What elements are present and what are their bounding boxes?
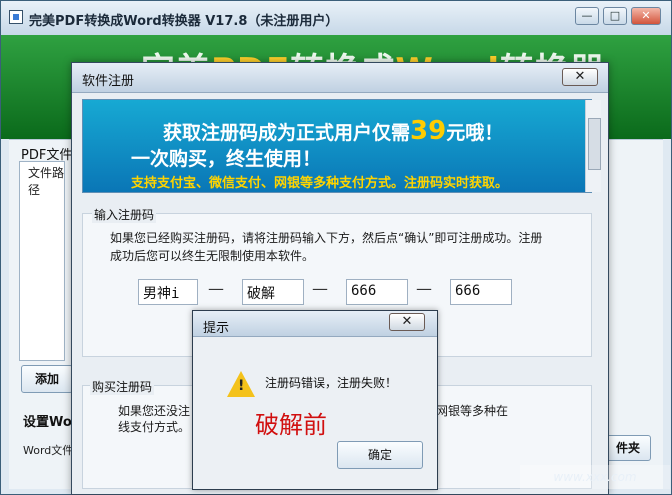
ok-button[interactable]: 确定	[337, 441, 423, 469]
buy-code-note-end: 线支付方式。	[118, 420, 191, 434]
word-file-label: Word文件	[23, 444, 74, 457]
input-code-note: 如果您已经购买注册码，请将注册码输入下方，然后点“确认”即可注册成功。注册成功后…	[110, 231, 543, 263]
prompt-title: 提示	[203, 321, 230, 336]
close-window-button[interactable]: ✕	[631, 7, 661, 25]
file-path-column-header: 文件路径	[28, 166, 65, 197]
promo-line-2: 一次购买，终生使用！	[131, 148, 322, 170]
promo-banner[interactable]: 获取注册码成为正式用户仅需39元哦！ 一次购买，终生使用！ 支持支付宝、微信支付…	[82, 99, 601, 193]
registration-close-button[interactable]: ✕	[562, 68, 598, 86]
watermark: www.xxx.com	[520, 465, 670, 489]
error-message: 注册码错误，注册失败！	[265, 376, 398, 390]
registration-titlebar: 软件注册 ✕	[72, 63, 608, 93]
promo-line-1-pre: 获取注册码成为正式用户仅需	[163, 122, 411, 144]
code-separator: —	[312, 279, 328, 298]
promo-line-3: 支持支付宝、微信支付、网银等多种支付方式。注册码实时获取。	[131, 176, 509, 191]
promo-line-1: 获取注册码成为正式用户仅需39元哦！	[163, 116, 503, 146]
reg-code-field-3[interactable]: 666	[346, 279, 408, 305]
overlay-annotation: 破解前	[255, 411, 327, 439]
main-window-title: 完美PDF转换成Word转换器 V17.8（未注册用户）	[29, 14, 339, 29]
add-file-button[interactable]: 添加	[21, 365, 73, 393]
pdf-file-list[interactable]: 文件路径	[19, 161, 65, 361]
buy-code-legend: 购买注册码	[90, 378, 155, 395]
prompt-titlebar: 提示 ✕	[193, 311, 437, 337]
reg-code-field-1[interactable]: 男神i	[138, 279, 198, 305]
promo-scrollbar[interactable]	[585, 100, 601, 192]
warning-icon-mark: !	[238, 378, 245, 394]
promo-line-1-post: 元哦！	[446, 122, 504, 144]
minimize-button[interactable]: —	[575, 7, 599, 25]
promo-scroll-thumb[interactable]	[588, 118, 601, 170]
code-separator: —	[416, 279, 432, 298]
error-prompt-dialog: 提示 ✕ ! 注册码错误，注册失败！ 破解前 确定	[192, 310, 438, 490]
main-titlebar: 完美PDF转换成Word转换器 V17.8（未注册用户） — □ ✕	[1, 1, 671, 35]
maximize-button[interactable]: □	[603, 7, 627, 25]
open-folder-button[interactable]: 件夹	[605, 435, 651, 461]
code-separator: —	[208, 279, 224, 298]
settings-label: 设置Wor	[23, 415, 79, 430]
reg-code-field-4[interactable]: 666	[450, 279, 512, 305]
reg-code-field-2[interactable]: 破解	[242, 279, 304, 305]
input-code-legend: 输入注册码	[92, 206, 157, 223]
prompt-close-button[interactable]: ✕	[389, 313, 425, 331]
registration-title: 软件注册	[82, 74, 135, 89]
app-icon	[9, 10, 23, 24]
promo-price: 39	[410, 116, 447, 146]
buy-code-note-mid: 网银等多种在	[436, 404, 509, 418]
